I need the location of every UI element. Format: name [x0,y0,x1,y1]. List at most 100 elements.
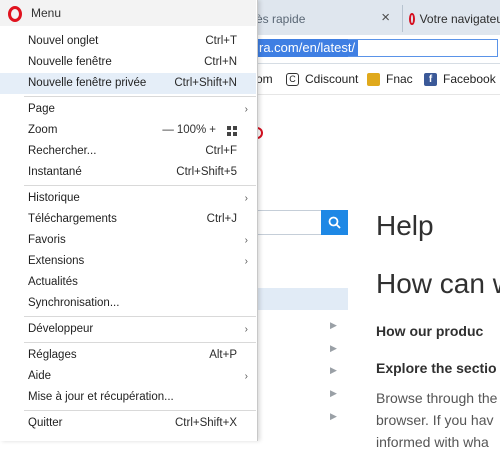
menu-item-downloads[interactable]: Téléchargements Ctrl+J [0,209,256,230]
shortcut-label: Ctrl+J [206,213,237,225]
menu-item-label: Nouvel onglet [28,35,99,47]
menu-item-label: Nouvelle fenêtre privée [28,77,147,89]
section-heading: Explore the sectio [376,360,497,376]
chevron-right-icon[interactable]: ▶ [330,388,337,399]
menu-item-label: Mise à jour et récupération... [28,391,174,403]
menu-separator [24,342,256,343]
menu-item-new-window[interactable]: Nouvelle fenêtre Ctrl+N [0,52,256,73]
opera-logo-icon [8,6,22,22]
shortcut-label: Ctrl+Shift+X [175,417,237,429]
tab-title: ès rapide [256,11,306,26]
chevron-right-icon[interactable]: ▶ [330,320,337,331]
tab-opera-help[interactable]: Votre navigateur [402,5,500,32]
paragraph-line: informed with wha [376,434,489,450]
menu-item-new-tab[interactable]: Nouvel onglet Ctrl+T [0,31,256,52]
cdiscount-icon: C [286,72,299,86]
chevron-right-icon[interactable]: ▶ [330,343,337,354]
shortcut-label: Ctrl+N [204,56,237,68]
bookmark-label: Fnac [386,72,413,86]
menu-item-quit[interactable]: Quitter Ctrl+Shift+X [0,413,256,434]
search-icon [328,216,341,229]
menu-item-label: Instantané [28,166,82,178]
opera-main-menu: Menu Nouvel onglet Ctrl+T Nouvelle fenêt… [0,0,258,441]
menu-separator [24,316,256,317]
page-heading: How can w [376,268,500,299]
tab-title: Votre navigateur [419,11,500,26]
menu-item-label: Quitter [28,417,63,429]
zoom-level: 100% [176,124,207,136]
page-title: Help [376,210,434,241]
menu-item-label: Page [28,103,55,115]
submenu-arrow-icon: › [244,235,248,246]
bookmark-cdiscount[interactable]: C Cdiscount [286,72,358,86]
menu-item-label: Téléchargements [28,213,117,225]
chevron-right-icon[interactable]: ▶ [330,411,337,422]
shortcut-label: Ctrl+Shift+5 [176,166,237,178]
bookmark-label: Facebook [443,72,496,86]
shortcut-label: Ctrl+F [205,145,237,157]
menu-item-bookmarks[interactable]: Favoris › [0,230,256,251]
fnac-icon [367,72,380,86]
menu-item-label: Réglages [28,349,77,361]
submenu-arrow-icon: › [244,256,248,267]
fullscreen-icon[interactable] [227,125,237,136]
menu-separator [24,410,256,411]
facebook-icon: f [424,72,437,86]
bookmark-label: Cdiscount [305,72,359,86]
zoom-control: — 100% + [162,120,237,141]
menu-item-sync[interactable]: Synchronisation... [0,293,256,314]
menu-item-snapshot[interactable]: Instantané Ctrl+Shift+5 [0,162,256,183]
submenu-arrow-icon: › [244,193,248,204]
paragraph-line: Browse through the [376,390,498,406]
menu-item-label: Synchronisation... [28,297,120,309]
help-search-input[interactable] [256,210,321,235]
opera-tab-icon [409,12,415,25]
shortcut-label: Alt+P [209,349,237,361]
close-icon[interactable]: × [381,9,390,26]
chevron-right-icon[interactable]: ▶ [330,365,337,376]
intro-paragraph: Browse through the browser. If you hav i… [376,387,500,453]
menu-separator [24,96,256,97]
menu-item-label: Actualités [28,276,78,288]
zoom-out-button[interactable]: — [162,120,174,141]
menu-item-settings[interactable]: Réglages Alt+P [0,345,256,366]
page-subheading: How our produc [376,323,484,339]
menu-item-zoom[interactable]: Zoom — 100% + [0,120,256,141]
menu-item-label: Développeur [28,323,94,335]
menu-list: Nouvel onglet Ctrl+T Nouvelle fenêtre Ct… [0,31,256,434]
menu-item-label: Extensions [28,255,85,267]
menu-item-label: Favoris [28,234,66,246]
bookmark-fnac[interactable]: Fnac [367,72,413,86]
menu-item-developer[interactable]: Développeur › [0,319,256,340]
menu-item-page[interactable]: Page › [0,99,256,120]
menu-title: Menu [31,6,62,20]
menu-header[interactable]: Menu [0,0,256,26]
zoom-in-button[interactable]: + [209,120,216,141]
menu-item-label: Aide [28,370,52,382]
bookmark-label: om [256,72,273,86]
menu-item-label: Historique [28,192,80,204]
menu-item-extensions[interactable]: Extensions › [0,251,256,272]
bookmark-item[interactable]: om [256,72,273,86]
submenu-arrow-icon: › [244,371,248,382]
menu-item-history[interactable]: Historique › [0,188,256,209]
menu-item-new-private-window[interactable]: Nouvelle fenêtre privée Ctrl+Shift+N [0,73,256,94]
tab-speed-dial[interactable]: ès rapide × [256,5,398,32]
shortcut-label: Ctrl+Shift+N [174,77,237,89]
submenu-arrow-icon: › [244,104,248,115]
menu-item-update-recovery[interactable]: Mise à jour et récupération... [0,387,256,408]
menu-item-label: Nouvelle fenêtre [28,56,112,68]
help-search-button[interactable] [321,210,348,235]
sidenav-item-active[interactable] [256,288,348,310]
menu-item-label: Rechercher... [28,145,97,157]
menu-item-help[interactable]: Aide › [0,366,256,387]
url-field[interactable]: ra.com/en/latest/ [256,39,359,57]
menu-item-find[interactable]: Rechercher... Ctrl+F [0,141,256,162]
menu-item-label: Zoom [28,124,58,136]
menu-item-news[interactable]: Actualités [0,272,256,293]
submenu-arrow-icon: › [244,324,248,335]
bookmark-facebook[interactable]: f Facebook [424,72,496,86]
url-field-border [348,39,498,57]
paragraph-line: browser. If you hav [376,412,494,428]
shortcut-label: Ctrl+T [205,35,237,47]
